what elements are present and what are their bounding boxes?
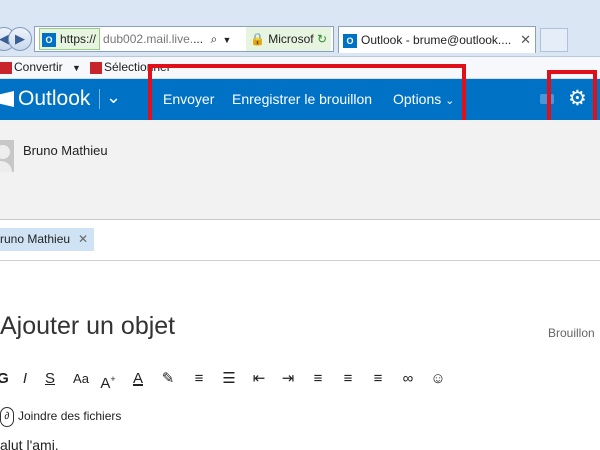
italic-button[interactable]: I [15, 368, 35, 390]
align-center-icon[interactable]: ≡ [338, 368, 358, 390]
tab-outlook[interactable]: O Outlook - brume@outlook.... ✕ [338, 26, 536, 53]
bold-button[interactable]: G [0, 368, 13, 390]
pdf-select-icon [90, 61, 102, 74]
dropdown-icon[interactable]: ▼ [223, 35, 232, 45]
tab-title: Outlook - brume@outlook.... [361, 33, 512, 47]
convert-button[interactable]: Convertir ▼ [0, 57, 81, 78]
browser-toolbar: ◀ ▶ Ohttps://dub002.mail.live.... ⌕ ▼ 🔒 … [0, 0, 600, 57]
lock-icon: 🔒 [249, 32, 265, 46]
app-switcher-chevron-icon[interactable]: ⌄ [106, 87, 121, 108]
forward-button[interactable]: ▶ [8, 27, 32, 51]
address-host: dub002.mail.live. [103, 32, 194, 46]
grow-font-button[interactable]: A+ [98, 368, 118, 392]
subject-input[interactable]: Ajouter un objet [0, 312, 175, 341]
recipient-chip[interactable]: runo Mathieu ✕ [0, 228, 95, 251]
attach-files-button[interactable]: ∂ Joindre des fichiers [0, 405, 121, 427]
sender-area: Bruno Mathieu [0, 120, 600, 220]
outdent-icon[interactable]: ⇤ [249, 368, 269, 390]
outlook-logo[interactable]: Outlook [0, 87, 90, 111]
refresh-icon[interactable]: ↻ [317, 32, 327, 46]
sender-name: Bruno Mathieu [23, 143, 108, 158]
new-tab-button[interactable] [540, 28, 568, 52]
address-bar[interactable]: Ohttps://dub002.mail.live.... ⌕ ▼ 🔒 Micr… [34, 26, 334, 52]
certificate-label: Microsof [268, 32, 314, 46]
emoji-icon[interactable]: ☺ [428, 368, 448, 390]
link-icon[interactable]: ∞ [398, 368, 418, 390]
remove-recipient-icon[interactable]: ✕ [78, 232, 88, 246]
grow-font-glyph: A [100, 375, 111, 392]
bullets-icon[interactable]: ☰ [219, 368, 239, 390]
app-window: ◀ ▶ Ohttps://dub002.mail.live.... ⌕ ▼ 🔒 … [0, 0, 600, 450]
pdf-icon [0, 61, 12, 74]
align-right-icon[interactable]: ≡ [368, 368, 388, 390]
outlook-tab-icon: O [343, 33, 357, 48]
align-left-icon[interactable]: ≡ [308, 368, 328, 390]
search-icon[interactable]: ⌕ [210, 32, 217, 46]
format-toolbar: G I S Aa A+ A ✎ ≡ ☰ ⇤ ⇥ ≡ ≡ ≡ ∞ ☺ [0, 368, 600, 392]
close-tab-icon[interactable]: ✕ [520, 27, 531, 53]
outlook-envelope-icon [0, 91, 14, 107]
font-size-button[interactable]: Aa [69, 368, 93, 390]
to-field[interactable]: runo Mathieu ✕ [0, 221, 600, 261]
indent-icon[interactable]: ⇥ [278, 368, 298, 390]
draft-status: Brouillon [548, 326, 595, 340]
highlight-icon[interactable]: ✎ [158, 368, 178, 390]
font-color-button[interactable]: A [128, 368, 148, 390]
address-protocol: https:// [60, 32, 97, 46]
convert-label: Convertir [14, 60, 63, 74]
header-divider [99, 89, 100, 109]
outlook-favicon: O [42, 32, 56, 47]
avatar [0, 140, 14, 172]
underline-button[interactable]: S [40, 368, 60, 390]
certificate-badge[interactable]: 🔒 Microsof ↻ [245, 27, 331, 51]
paperclip-icon: ∂ [0, 406, 14, 427]
address-ellipsis: ... [193, 32, 204, 46]
message-body[interactable]: alut l'ami, [0, 437, 59, 450]
recipient-name: runo Mathieu [0, 232, 71, 246]
logo-text: Outlook [18, 87, 91, 110]
numbered-list-icon[interactable]: ≡ [189, 368, 209, 390]
site-identity: Ohttps:// [39, 28, 101, 50]
chevron-down-icon: ▼ [72, 63, 81, 73]
attach-label: Joindre des fichiers [18, 409, 122, 423]
